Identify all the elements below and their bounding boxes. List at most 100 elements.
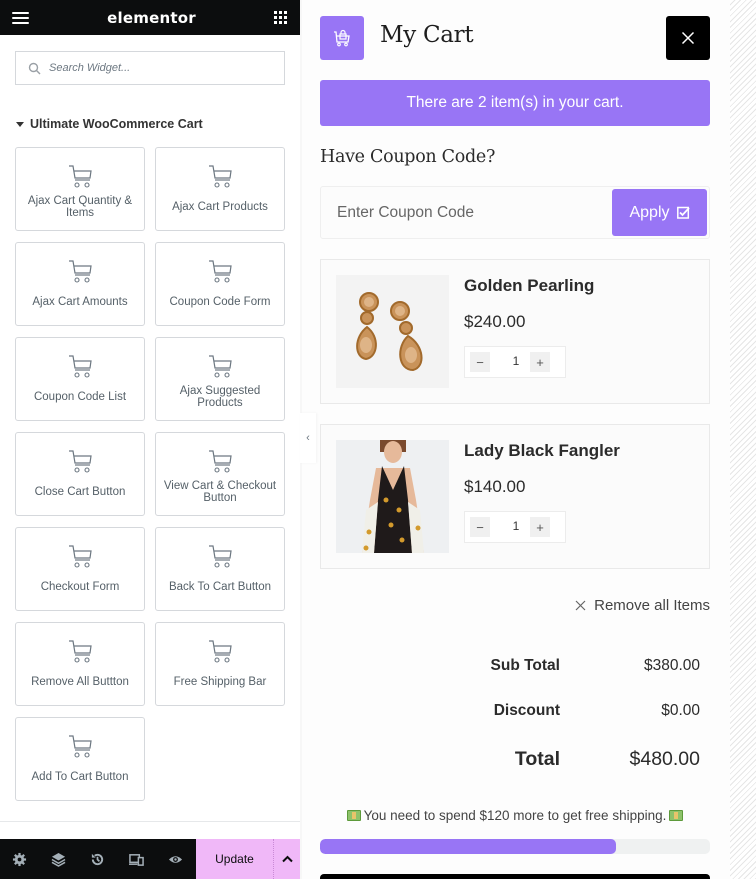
menu-icon[interactable] bbox=[12, 11, 29, 24]
coupon-form: Apply bbox=[320, 186, 710, 239]
widget-item[interactable]: Ajax Suggested Products bbox=[155, 337, 285, 421]
panel-divider bbox=[0, 821, 300, 822]
gear-icon bbox=[12, 852, 27, 866]
widget-label: Coupon Code Form bbox=[169, 296, 271, 308]
widget-item[interactable]: Free Shipping Bar bbox=[155, 622, 285, 706]
cart-item: Golden Pearling $240.00 − 1 + bbox=[320, 259, 710, 404]
decrease-quantity-button[interactable]: − bbox=[470, 352, 490, 372]
money-icon bbox=[346, 810, 361, 821]
close-icon bbox=[681, 31, 695, 45]
responsive-icon bbox=[129, 853, 144, 866]
collapse-panel-button[interactable]: ‹ bbox=[300, 413, 316, 463]
widget-label: Ajax Suggested Products bbox=[179, 385, 261, 409]
chevron-left-icon: ‹ bbox=[306, 432, 310, 444]
search-input[interactable] bbox=[49, 62, 269, 74]
widget-item[interactable]: Add To Cart Button bbox=[15, 717, 145, 801]
preview-button[interactable] bbox=[156, 839, 195, 879]
cart-item: Lady Black Fangler $140.00 − 1 + bbox=[320, 424, 710, 569]
cart-drawer: My Cart There are 2 item(s) in your cart… bbox=[302, 0, 730, 879]
product-name[interactable]: Golden Pearling bbox=[464, 276, 594, 296]
widget-item[interactable]: Remove All Buttton bbox=[15, 622, 145, 706]
category-toggle[interactable]: Ultimate WooCommerce Cart bbox=[16, 117, 300, 131]
update-button[interactable]: Update bbox=[196, 839, 273, 879]
quantity-stepper: − 1 + bbox=[464, 511, 566, 543]
cart-icon bbox=[209, 355, 232, 378]
dress-model-image bbox=[336, 440, 449, 553]
widget-label: Remove All Buttton bbox=[31, 676, 129, 688]
layers-icon bbox=[51, 852, 66, 867]
widget-item[interactable]: Ajax Cart Amounts bbox=[15, 242, 145, 326]
panel-header: elementor bbox=[0, 0, 300, 35]
discount-label: Discount bbox=[493, 702, 560, 719]
widget-label: Coupon Code List bbox=[33, 391, 127, 403]
responsive-mode-button[interactable] bbox=[117, 839, 156, 879]
widget-label: View Cart & Checkout Button bbox=[163, 480, 277, 504]
widget-grid: Ajax Cart Quantity & Items Ajax Cart Prod… bbox=[15, 147, 285, 801]
increase-quantity-button[interactable]: + bbox=[530, 517, 550, 537]
save-options-button[interactable] bbox=[273, 839, 300, 879]
eye-icon bbox=[168, 855, 183, 863]
decrease-quantity-button[interactable]: − bbox=[470, 517, 490, 537]
cart-header: My Cart bbox=[320, 16, 710, 60]
product-price: $140.00 bbox=[464, 477, 526, 496]
cart-icon bbox=[69, 450, 92, 473]
total-value: $480.00 bbox=[629, 748, 701, 770]
widget-label: Back To Cart Button bbox=[168, 581, 272, 593]
quantity-value[interactable]: 1 bbox=[505, 519, 527, 533]
widget-item[interactable]: Back To Cart Button bbox=[155, 527, 285, 611]
widget-item[interactable]: Checkout Form bbox=[15, 527, 145, 611]
widget-label: Add To Cart Button bbox=[31, 771, 129, 783]
widget-label: Free Shipping Bar bbox=[173, 676, 267, 688]
scroll-gutter bbox=[730, 0, 756, 879]
free-shipping-progress-bar bbox=[320, 839, 710, 854]
brand-logo: elementor bbox=[107, 8, 196, 27]
cart-icon bbox=[209, 545, 232, 568]
cart-title: My Cart bbox=[380, 22, 474, 48]
free-shipping-message: You need to spend $120 more to get free … bbox=[320, 808, 710, 823]
history-icon bbox=[91, 853, 104, 865]
widget-item[interactable]: Ajax Cart Quantity & Items bbox=[15, 147, 145, 231]
cart-icon bbox=[69, 165, 92, 188]
widget-item[interactable]: View Cart & Checkout Button bbox=[155, 432, 285, 516]
editor-panel: elementor Ultimate WooCommerce Cart Ajax… bbox=[0, 0, 300, 879]
widget-search bbox=[15, 51, 285, 85]
apply-coupon-button[interactable]: Apply bbox=[612, 189, 707, 236]
widget-label: Ajax Cart Quantity & Items bbox=[27, 195, 133, 219]
subtotal-label: Sub Total bbox=[490, 657, 560, 674]
quantity-value[interactable]: 1 bbox=[505, 354, 527, 368]
widget-item[interactable]: Coupon Code List bbox=[15, 337, 145, 421]
widget-item[interactable]: Ajax Cart Products bbox=[155, 147, 285, 231]
widget-item[interactable]: Close Cart Button bbox=[15, 432, 145, 516]
cart-icon bbox=[209, 640, 232, 663]
product-image-earrings[interactable] bbox=[336, 275, 449, 388]
widgets-grid-icon[interactable] bbox=[274, 10, 288, 25]
widget-label: Ajax Cart Products bbox=[172, 201, 268, 213]
cart-icon bbox=[69, 260, 92, 283]
settings-button[interactable] bbox=[0, 839, 39, 879]
cart-icon bbox=[69, 355, 92, 378]
cart-icon bbox=[209, 165, 232, 188]
history-button[interactable] bbox=[78, 839, 117, 879]
free-shipping-text: You need to spend $120 more to get free … bbox=[363, 808, 667, 823]
subtotal-value: $380.00 bbox=[643, 657, 700, 674]
apply-label: Apply bbox=[629, 203, 670, 221]
cart-count-banner: There are 2 item(s) in your cart. bbox=[320, 80, 710, 126]
coupon-code-input[interactable] bbox=[322, 188, 607, 237]
product-price: $240.00 bbox=[464, 312, 526, 331]
remove-all-items-button[interactable]: Remove all Items bbox=[575, 597, 710, 614]
increase-quantity-button[interactable]: + bbox=[530, 352, 550, 372]
widget-item[interactable]: Coupon Code Form bbox=[155, 242, 285, 326]
checkout-button[interactable] bbox=[320, 874, 710, 879]
close-cart-button[interactable] bbox=[666, 16, 710, 60]
panel-footer: Update bbox=[0, 839, 300, 879]
cart-icon bbox=[69, 545, 92, 568]
product-image-dress[interactable] bbox=[336, 440, 449, 553]
caret-down-icon bbox=[16, 121, 24, 127]
navigator-button[interactable] bbox=[39, 839, 78, 879]
checkbox-checked-icon bbox=[676, 206, 690, 219]
money-icon bbox=[669, 810, 684, 821]
cart-icon bbox=[69, 640, 92, 663]
progress-fill bbox=[320, 839, 617, 854]
product-name[interactable]: Lady Black Fangler bbox=[464, 441, 620, 461]
close-icon bbox=[575, 600, 586, 611]
